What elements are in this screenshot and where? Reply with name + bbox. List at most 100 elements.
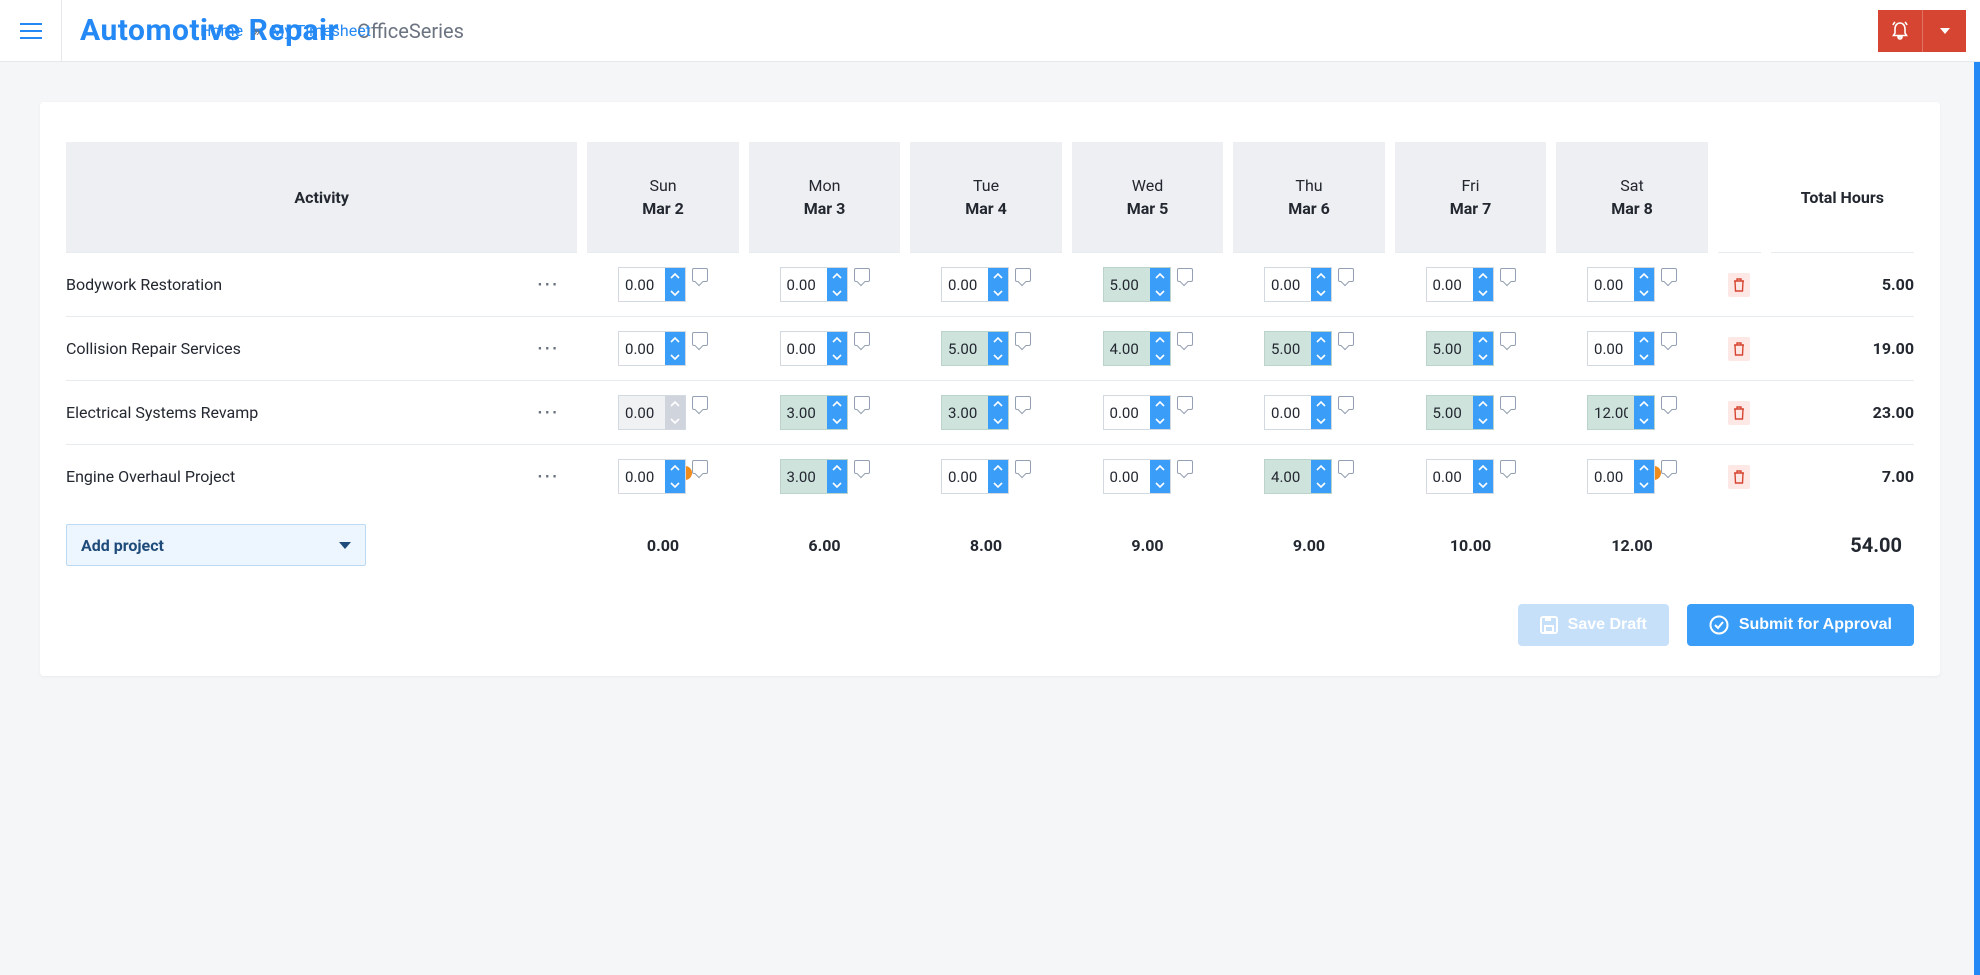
save-draft-button[interactable]: Save Draft	[1518, 604, 1669, 646]
spinner-up-button[interactable]	[827, 460, 847, 477]
row-menu-button[interactable]: ⋯	[536, 274, 560, 296]
hours-spinner[interactable]	[1426, 267, 1494, 302]
comment-icon[interactable]	[1015, 396, 1031, 410]
comment-icon[interactable]	[1500, 396, 1516, 410]
row-menu-button[interactable]: ⋯	[536, 402, 560, 424]
hours-spinner[interactable]	[780, 395, 848, 430]
hours-input[interactable]	[1427, 332, 1473, 365]
hours-input[interactable]	[942, 332, 988, 365]
hours-input[interactable]	[1104, 460, 1150, 493]
comment-icon[interactable]	[1338, 268, 1354, 282]
comment-icon[interactable]	[1661, 460, 1677, 474]
hours-spinner[interactable]	[618, 395, 686, 430]
spinner-up-button[interactable]	[1473, 460, 1493, 477]
hours-spinner[interactable]	[1264, 267, 1332, 302]
hours-input[interactable]	[781, 460, 827, 493]
delete-row-button[interactable]	[1728, 337, 1750, 361]
comment-icon[interactable]	[1661, 332, 1677, 346]
delete-row-button[interactable]	[1728, 401, 1750, 425]
hamburger-menu-button[interactable]	[0, 0, 62, 62]
comment-icon[interactable]	[854, 268, 870, 282]
hours-input[interactable]	[1588, 268, 1634, 301]
spinner-up-button[interactable]	[1311, 396, 1331, 413]
spinner-up-button[interactable]	[665, 268, 685, 285]
hours-spinner[interactable]	[941, 459, 1009, 494]
comment-icon[interactable]	[1338, 332, 1354, 346]
spinner-down-button[interactable]	[988, 413, 1008, 430]
spinner-down-button[interactable]	[1150, 349, 1170, 366]
spinner-down-button[interactable]	[988, 349, 1008, 366]
spinner-down-button[interactable]	[827, 349, 847, 366]
row-menu-button[interactable]: ⋯	[536, 338, 560, 360]
hours-spinner[interactable]	[780, 331, 848, 366]
comment-icon[interactable]	[1177, 268, 1193, 282]
hours-spinner[interactable]	[1587, 459, 1655, 494]
comment-icon[interactable]	[1500, 332, 1516, 346]
hours-input[interactable]	[1104, 268, 1150, 301]
spinner-down-button[interactable]	[1311, 413, 1331, 430]
submit-approval-button[interactable]: Submit for Approval	[1687, 604, 1914, 646]
hours-spinner[interactable]	[1103, 331, 1171, 366]
hours-spinner[interactable]	[780, 267, 848, 302]
spinner-up-button[interactable]	[1634, 396, 1654, 413]
spinner-down-button[interactable]	[1311, 477, 1331, 494]
spinner-up-button[interactable]	[1150, 396, 1170, 413]
spinner-down-button[interactable]	[665, 477, 685, 494]
comment-icon[interactable]	[1015, 460, 1031, 474]
comment-icon[interactable]	[692, 396, 708, 410]
hours-input[interactable]	[781, 396, 827, 429]
spinner-down-button[interactable]	[827, 477, 847, 494]
hours-input[interactable]	[1588, 460, 1634, 493]
comment-icon[interactable]	[1661, 396, 1677, 410]
breadcrumb-home-link[interactable]: Home	[200, 21, 243, 40]
hours-spinner[interactable]	[941, 267, 1009, 302]
hours-spinner[interactable]	[618, 331, 686, 366]
hours-input[interactable]	[1588, 332, 1634, 365]
spinner-up-button[interactable]	[988, 268, 1008, 285]
comment-icon[interactable]	[854, 396, 870, 410]
add-project-dropdown[interactable]: Add project	[66, 524, 366, 566]
spinner-up-button[interactable]	[1473, 268, 1493, 285]
hours-input[interactable]	[781, 332, 827, 365]
hours-spinner[interactable]	[1264, 395, 1332, 430]
spinner-up-button[interactable]	[1150, 332, 1170, 349]
hours-input[interactable]	[942, 268, 988, 301]
spinner-down-button[interactable]	[665, 285, 685, 302]
hours-spinner[interactable]	[618, 459, 686, 494]
comment-icon[interactable]	[1015, 332, 1031, 346]
spinner-down-button[interactable]	[1634, 477, 1654, 494]
spinner-down-button[interactable]	[1150, 285, 1170, 302]
spinner-down-button[interactable]	[1634, 349, 1654, 366]
hours-spinner[interactable]	[1103, 459, 1171, 494]
spinner-up-button[interactable]	[1150, 460, 1170, 477]
hours-spinner[interactable]	[941, 331, 1009, 366]
hours-spinner[interactable]	[1587, 331, 1655, 366]
spinner-down-button[interactable]	[1473, 477, 1493, 494]
spinner-up-button[interactable]	[1634, 268, 1654, 285]
spinner-down-button[interactable]	[1473, 285, 1493, 302]
hours-input[interactable]	[619, 332, 665, 365]
spinner-up-button[interactable]	[1634, 460, 1654, 477]
spinner-down-button[interactable]	[1311, 349, 1331, 366]
hours-input[interactable]	[1427, 396, 1473, 429]
spinner-up-button[interactable]	[665, 332, 685, 349]
spinner-down-button[interactable]	[1150, 413, 1170, 430]
spinner-up-button[interactable]	[665, 460, 685, 477]
hours-spinner[interactable]	[1264, 331, 1332, 366]
hours-input[interactable]	[1265, 460, 1311, 493]
hours-spinner[interactable]	[1264, 459, 1332, 494]
hours-input[interactable]	[1588, 396, 1634, 429]
spinner-up-button[interactable]	[1150, 268, 1170, 285]
hours-input[interactable]	[619, 460, 665, 493]
hours-input[interactable]	[1265, 332, 1311, 365]
hours-input[interactable]	[1427, 268, 1473, 301]
spinner-up-button[interactable]	[1634, 332, 1654, 349]
spinner-down-button[interactable]	[827, 413, 847, 430]
comment-icon[interactable]	[692, 268, 708, 282]
comment-icon[interactable]	[854, 332, 870, 346]
hours-spinner[interactable]	[1103, 395, 1171, 430]
spinner-down-button[interactable]	[827, 285, 847, 302]
comment-icon[interactable]	[692, 460, 708, 474]
hours-input[interactable]	[1104, 332, 1150, 365]
hours-input[interactable]	[942, 460, 988, 493]
